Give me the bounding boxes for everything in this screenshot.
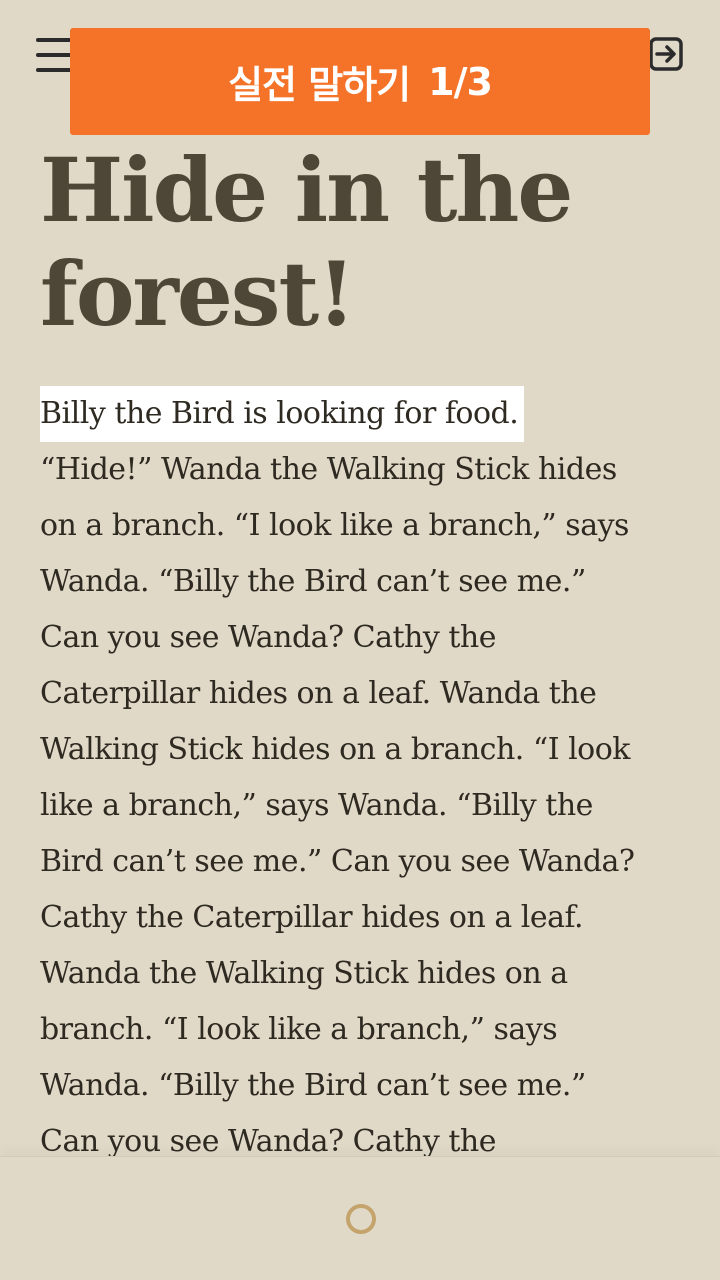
story-line: Wanda the Walking Stick hides on a — [40, 956, 568, 991]
highlighted-sentence[interactable]: Billy the Bird is looking for food. — [40, 386, 525, 442]
story-line: Bird can’t see me.” Can you see Wanda? — [40, 844, 635, 879]
story-line: Cathy the Caterpillar hides on a leaf. — [40, 900, 584, 935]
story-line: Caterpillar hides on a leaf. Wanda the — [40, 676, 597, 711]
title-line: forest! — [40, 242, 356, 346]
menu-bar-bottom — [36, 68, 72, 72]
story-line: like a branch,” says Wanda. “Billy the — [40, 788, 593, 823]
story-line: Walking Stick hides on a branch. “I look — [40, 732, 630, 767]
reader-screen: Hide in the forest! Billy the Bird is lo… — [0, 0, 720, 1280]
story-line: “Hide!” Wanda the Walking Stick hides — [40, 452, 617, 487]
story-title: Hide in the forest! — [40, 138, 690, 346]
exit-arrow-icon[interactable] — [648, 36, 684, 72]
menu-bar-top — [36, 38, 72, 42]
story-line: Can you see Wanda? Cathy the — [40, 620, 496, 655]
banner-progress: 1/3 — [428, 59, 493, 104]
menu-bar-middle — [36, 53, 72, 57]
record-ring-icon[interactable] — [346, 1204, 376, 1234]
story-line: branch. “I look like a branch,” says — [40, 1012, 558, 1047]
banner-label: 실전 말하기 — [228, 63, 411, 107]
story-line: Wanda. “Billy the Bird can’t see me.” — [40, 564, 586, 599]
story-line: on a branch. “I look like a branch,” say… — [40, 508, 629, 543]
speaking-practice-banner: 실전 말하기 1/3 — [70, 28, 650, 135]
title-line: Hide in the — [40, 138, 573, 242]
story-line: Wanda. “Billy the Bird can’t see me.” — [40, 1068, 586, 1103]
story-text: Billy the Bird is looking for food. “Hid… — [40, 386, 690, 1170]
